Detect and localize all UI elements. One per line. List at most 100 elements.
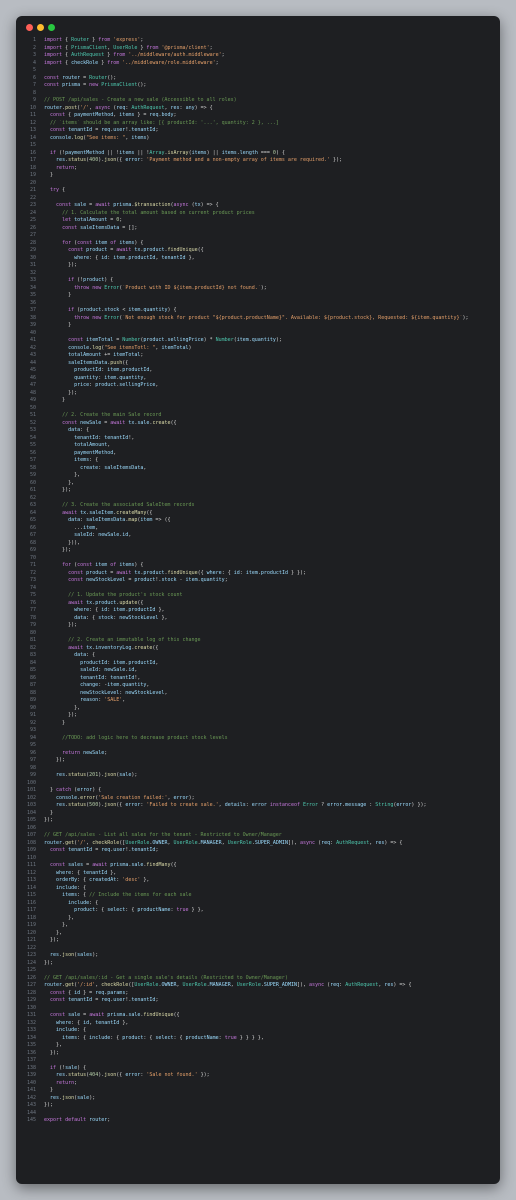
line-text: // GET /api/sales - List all sales for t… (44, 832, 282, 838)
line-number: 50 (29, 404, 36, 411)
line-text (44, 780, 500, 788)
line-number: 23 (29, 202, 36, 208)
line-text: return; (56, 1079, 78, 1086)
line-number: 42 (29, 344, 36, 351)
line-number: 39 (29, 322, 36, 328)
line-number: 61 (29, 487, 36, 493)
line-number: 27 (29, 232, 36, 238)
line-text: productId: item.productId, (80, 659, 159, 666)
code-line: 4 import { checkRole } from '../middlewar… (16, 60, 500, 68)
line-text: res.json(sales); (50, 952, 99, 958)
minimize-button[interactable] (37, 24, 44, 31)
line-number: 81 (29, 637, 36, 643)
line-text: price: product.sellingPrice, (74, 382, 159, 388)
line-number: 97 (29, 757, 36, 763)
line-text: const tenantId = req.user!.tenantId; (50, 127, 159, 133)
line-text (44, 630, 500, 638)
code-line: 143}); (16, 1102, 500, 1110)
code-line: 17 res.status(400).json({ error: 'Paymen… (16, 157, 500, 165)
code-line: 46 quantity: item.quantity, (16, 375, 500, 383)
code-line: 35 } (16, 292, 500, 300)
code-line: 70 (16, 555, 500, 563)
line-text (44, 945, 500, 953)
line-number: 122 (26, 944, 36, 951)
line-text: const { id } = req.params; (50, 989, 129, 996)
line-number: 117 (26, 907, 36, 913)
line-text: }); (44, 547, 72, 553)
code-line: 74 (16, 585, 500, 593)
line-text: const router = Router(); (44, 74, 117, 81)
code-line: 34 throw new Error(`Product with ID ${it… (16, 285, 500, 293)
code-line: 111 const sales = await prisma.sale.find… (16, 862, 500, 870)
maximize-button[interactable] (48, 24, 55, 31)
line-text: res.json(sale); (50, 1094, 96, 1101)
line-number: 51 (29, 412, 36, 418)
code-line: 115 items: { // Include the items for ea… (16, 892, 500, 900)
line-number: 133 (26, 1027, 36, 1033)
line-number: 20 (29, 179, 36, 186)
code-line: 61 }); (16, 487, 500, 495)
line-number: 60 (29, 479, 36, 486)
code-editor[interactable]: 1 import { Router } from 'express'; 2 impor… (16, 37, 500, 1125)
line-number: 123 (26, 952, 36, 958)
code-line: 44 saleItemsData.push({ (16, 360, 500, 368)
line-number: 65 (29, 517, 36, 523)
line-text: // 3. Create the associated SaleItem rec… (62, 502, 195, 508)
code-line: 24 // 1. Calculate the total amount base… (16, 210, 500, 218)
line-text: } (44, 809, 54, 816)
code-line: 2 import { PrismaClient, UserRole } from … (16, 45, 500, 53)
line-text: productId: item.productId, (74, 367, 153, 373)
code-line: 142 res.json(sale); (16, 1095, 500, 1103)
line-number: 79 (29, 622, 36, 628)
code-line: 30 where: { id: item.productId, tenantId… (16, 255, 500, 263)
code-line: 66 ...item, (16, 525, 500, 533)
line-number: 22 (29, 194, 36, 201)
line-number: 113 (26, 877, 36, 883)
code-line: 100 (16, 780, 500, 788)
line-number: 58 (29, 464, 36, 471)
line-text: }); (44, 937, 60, 943)
line-number: 73 (29, 577, 36, 583)
line-text: }, (44, 479, 75, 486)
line-text: // GET /api/sales/:id - Get a single sal… (44, 974, 288, 981)
line-number: 28 (29, 239, 36, 246)
line-number: 52 (29, 419, 36, 426)
line-text: throw new Error(`Not enough stock for pr… (74, 314, 469, 321)
line-text: }); (44, 622, 78, 628)
line-text (44, 585, 500, 593)
code-line: 1 import { Router } from 'express'; (16, 37, 500, 45)
code-line: 97 }); (16, 757, 500, 765)
line-text: }, (44, 922, 69, 928)
line-text: where: { id, tenantId }, (56, 1019, 129, 1026)
code-line: 131 const sale = await prisma.sale.findU… (16, 1012, 500, 1020)
line-text: orderBy: { createdAt: 'desc' }, (56, 877, 150, 883)
code-line: 53 data: { (16, 427, 500, 435)
code-line: 84 productId: item.productId, (16, 660, 500, 668)
line-number: 32 (29, 269, 36, 276)
line-number: 48 (29, 389, 36, 396)
code-line: 11 const { paymentMethod, items } = req.… (16, 112, 500, 120)
line-text: console.log("See items: ", items) (50, 134, 150, 141)
line-number: 82 (29, 644, 36, 651)
line-number: 80 (29, 629, 36, 636)
code-line: 127 router.get('/:id', checkRole([UserRol… (16, 982, 500, 990)
line-number: 106 (26, 824, 36, 831)
line-text (44, 495, 500, 503)
code-line: 21 try { (16, 187, 500, 195)
code-line: 43 totalAmount += itemTotal; (16, 352, 500, 360)
line-text: const newStockLevel = product!.stock - i… (68, 577, 228, 583)
line-text: tenantId: tenantId!, (80, 674, 141, 681)
code-line: 25 let totalAmount = 0; (16, 217, 500, 225)
code-line: 69 }); (16, 547, 500, 555)
code-line: 42 console.log("See itemsTotl: ", itemTo… (16, 345, 500, 353)
line-text: // 1. Calculate the total amount based o… (62, 209, 255, 216)
line-number: 18 (29, 164, 36, 171)
line-number: 43 (29, 352, 36, 358)
line-number: 138 (26, 1064, 36, 1071)
line-text: const product = await tx.product.findUni… (68, 247, 204, 253)
line-text: import { PrismaClient, UserRole } from '… (44, 44, 213, 51)
code-line: 37 if (product.stock < item.quantity) { (16, 307, 500, 315)
line-number: 84 (29, 659, 36, 666)
code-line: 145 export default router; (16, 1117, 500, 1125)
close-button[interactable] (26, 24, 33, 31)
